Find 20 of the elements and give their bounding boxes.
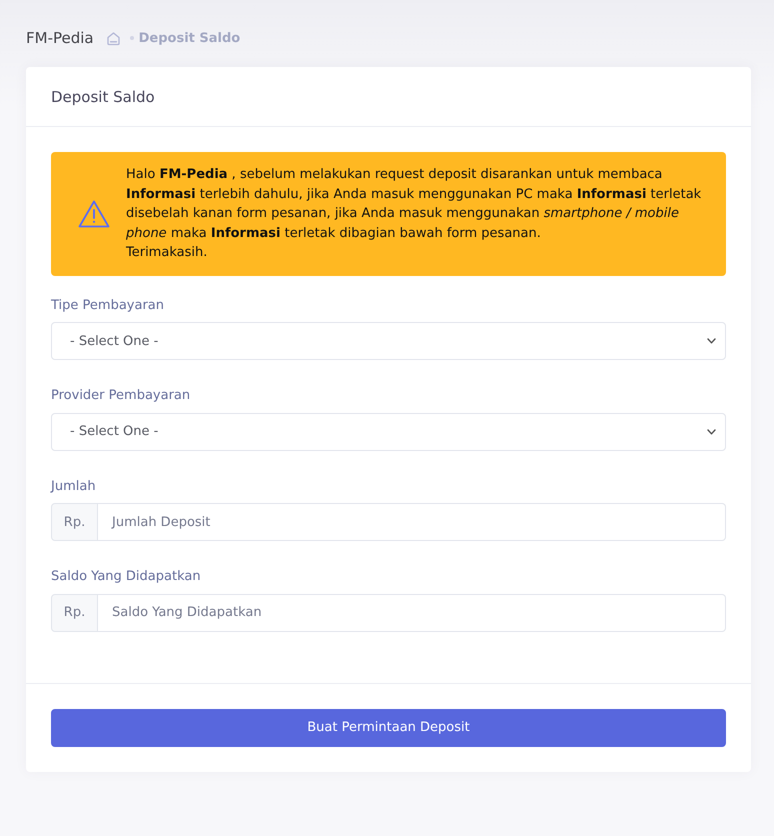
currency-addon: Rp. bbox=[51, 594, 98, 632]
field-label: Provider Pembayaran bbox=[51, 387, 192, 405]
alert-closing: Terimakasih. bbox=[126, 244, 208, 262]
input-field[interactable]: Jumlah Deposit bbox=[98, 503, 726, 541]
breadcrumb-current: Deposit Saldo bbox=[138, 30, 240, 46]
card-title: Deposit Saldo bbox=[51, 88, 155, 106]
alert-message: Halo FM-Pedia , sebelum melakukan request deposit disarankan untuk membaca Informasi terlebih dahulu, jika Anda masuk menggunakan PC maka Informasi terletak disebelah kanan form pesanan, jika Anda masuk menggunakan smartphone / mobile phone maka Informasi terletak dibagian bawah form pesanan. bbox=[126, 166, 702, 242]
page-title: FM-Pedia bbox=[26, 29, 94, 47]
field-label: Tipe Pembayaran bbox=[51, 296, 166, 314]
select-field[interactable]: - Select One - bbox=[51, 412, 726, 450]
chevron-down-icon bbox=[707, 338, 716, 344]
select-field[interactable]: - Select One - bbox=[51, 322, 726, 360]
input-field[interactable]: Saldo Yang Didapatkan bbox=[98, 594, 726, 632]
currency-addon: Rp. bbox=[51, 503, 98, 541]
warning-triangle-icon bbox=[78, 200, 110, 228]
chevron-down-icon bbox=[707, 428, 716, 434]
field-label: Jumlah bbox=[51, 478, 97, 496]
submit-button[interactable]: Buat Permintaan Deposit bbox=[51, 708, 726, 746]
home-icon[interactable] bbox=[106, 30, 121, 46]
field-label: Saldo Yang Didapatkan bbox=[51, 568, 202, 586]
